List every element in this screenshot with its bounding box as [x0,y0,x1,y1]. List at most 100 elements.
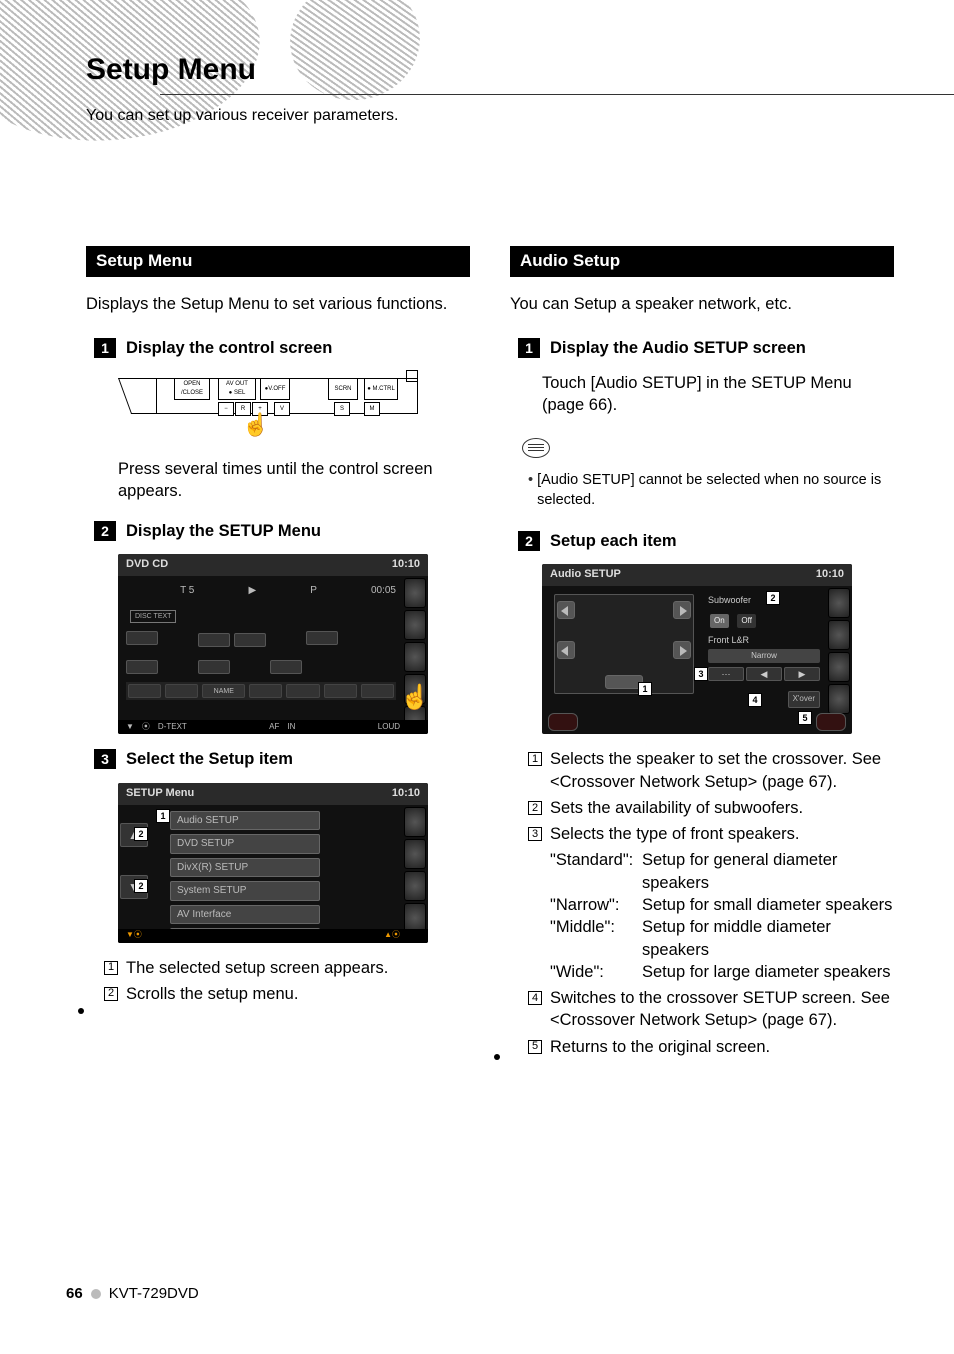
section-description: You can Setup a speaker network, etc. [510,293,894,315]
callout-box-2: 2 [104,987,118,1001]
callout-3: 3 [694,667,708,681]
footer-dot-icon [91,1289,101,1299]
bullet-text: Selects the type of front speakers. [550,823,799,845]
scr2-footer: ▼⦿▲⦿ [118,929,428,943]
scr3-clock: 10:10 [816,567,844,583]
callout-2a: 2 [134,827,148,841]
dvd-cd-screen-figure: DVD CD10:10 T 5▶P00:05 DISC TEXT [118,554,470,734]
page-number: 66 [66,1284,83,1304]
scr1-bottom-strip: NAME [126,682,396,700]
scr2-clock: 10:10 [392,786,420,802]
section-heading-audio-setup: Audio Setup [510,246,894,277]
section-description: Displays the Setup Menu to set various f… [86,293,470,315]
def-key: "Middle": [550,916,642,961]
bullet-text: The selected setup screen appears. [126,957,388,979]
callout-box-3: 3 [528,827,542,841]
bullet-text: Sets the availability of subwoofers. [550,797,803,819]
def-key: "Narrow": [550,894,642,916]
callout-2: 2 [766,591,780,605]
scr1-title: DVD CD [126,557,168,573]
model-number: KVT-729DVD [109,1284,199,1304]
callout-box-4: 4 [528,991,542,1005]
panel-voff: ●V.OFF [260,378,290,400]
step-body: Press several times until the control sc… [118,458,470,503]
scr2-side-buttons [402,805,428,935]
bullet-text: Selects the speaker to set the crossover… [550,748,894,793]
def-val: Setup for large diameter speakers [642,961,894,983]
control-panel-figure: OPEN /CLOSE AV OUT● SEL ●V.OFF SCRN ● M.… [118,372,470,444]
scr1-p: P [310,584,317,598]
step-title: Setup each item [550,530,677,552]
scr1-prev [126,660,158,674]
speaker-layout-diagram [554,594,694,694]
panel-m: M [364,402,380,416]
scr3-on: On [710,614,729,629]
step-number-2: 2 [94,521,116,541]
scr3-xover: X'over [788,691,820,708]
scr3-front-label: Front L&R [708,634,820,646]
panel-v: V [274,402,290,416]
scr1-ffwd [234,633,266,647]
menu-item: System SETUP [170,881,320,901]
callout-2b: 2 [134,879,148,893]
step-number-1: 1 [518,338,540,358]
bullet-text: Scrolls the setup menu. [126,983,298,1005]
audio-setup-screen-figure: Audio SETUP 10:10 1 Subwoofer [542,564,894,734]
scr3-side-buttons [826,586,852,716]
menu-item: DVD SETUP [170,834,320,854]
def-key: "Wide": [550,961,642,983]
hand-pointer-icon: ☝ [400,686,428,710]
callout-box-1: 1 [104,961,118,975]
panel-mctrl: ● M.CTRL [364,378,398,400]
bullet-text: Switches to the crossover SETUP screen. … [550,987,894,1032]
setup-menu-screen-figure: SETUP Menu10:10 ▲ ▼ 1 2 2 Audio SETUP DV… [118,783,470,943]
page-footer: 66 KVT-729DVD [66,1284,199,1304]
scr1-playpause [198,660,230,674]
scr1-eject [126,631,158,645]
callout-5: 5 [798,711,812,725]
bullet-text: Returns to the original screen. [550,1036,770,1058]
hand-pointer-icon: ☝ [242,414,269,436]
scr1-next [270,660,302,674]
scr1-time: 00:05 [371,584,396,598]
note-icon [522,438,550,458]
callout-box-1: 1 [528,752,542,766]
panel-open-close: OPEN /CLOSE [174,378,210,400]
section-heading-setup-menu: Setup Menu [86,246,470,277]
menu-item: Audio SETUP [170,811,320,831]
scr1-track: T 5 [180,584,194,598]
def-val: Setup for small diameter speakers [642,894,894,916]
step-number-1: 1 [94,338,116,358]
page-title: Setup Menu [86,50,894,91]
step-title: Display the Audio SETUP screen [550,337,806,359]
scr1-disc-text: DISC TEXT [130,610,176,623]
step-title: Display the control screen [126,337,332,359]
callout-box-5: 5 [528,1040,542,1054]
step-title: Select the Setup item [126,748,293,770]
step-body: Touch [Audio SETUP] in the SETUP Menu (p… [542,372,894,417]
step-number-3: 3 [94,749,116,769]
menu-item: DivX(R) SETUP [170,858,320,878]
step-title: Display the SETUP Menu [126,520,321,542]
title-rule [160,94,954,95]
scr3-arrow-buttons: ⋯◀▶ [708,667,820,681]
panel-minus: − [218,402,234,416]
scr3-front-value: Narrow [708,649,820,664]
def-val: Setup for general diameter speakers [642,849,894,894]
scr3-off: Off [737,614,756,629]
scr3-bottom-buttons: 5 [548,713,846,731]
scr3-title: Audio SETUP [550,567,621,583]
step-number-2: 2 [518,531,540,551]
callout-1: 1 [638,682,652,696]
page-subtitle: You can set up various receiver paramete… [86,105,894,127]
scr3-subwoofer-label: Subwoofer [708,594,820,606]
scr1-clock: 10:10 [392,557,420,573]
panel-s: S [334,402,350,416]
scr1-rew [198,633,230,647]
note-text: •[Audio SETUP] cannot be selected when n… [528,471,894,510]
def-key: "Standard": [550,849,642,894]
scr2-title: SETUP Menu [126,786,194,802]
menu-item: AV Interface [170,905,320,925]
scr1-stop [306,631,338,645]
def-val: Setup for middle diameter speakers [642,916,894,961]
